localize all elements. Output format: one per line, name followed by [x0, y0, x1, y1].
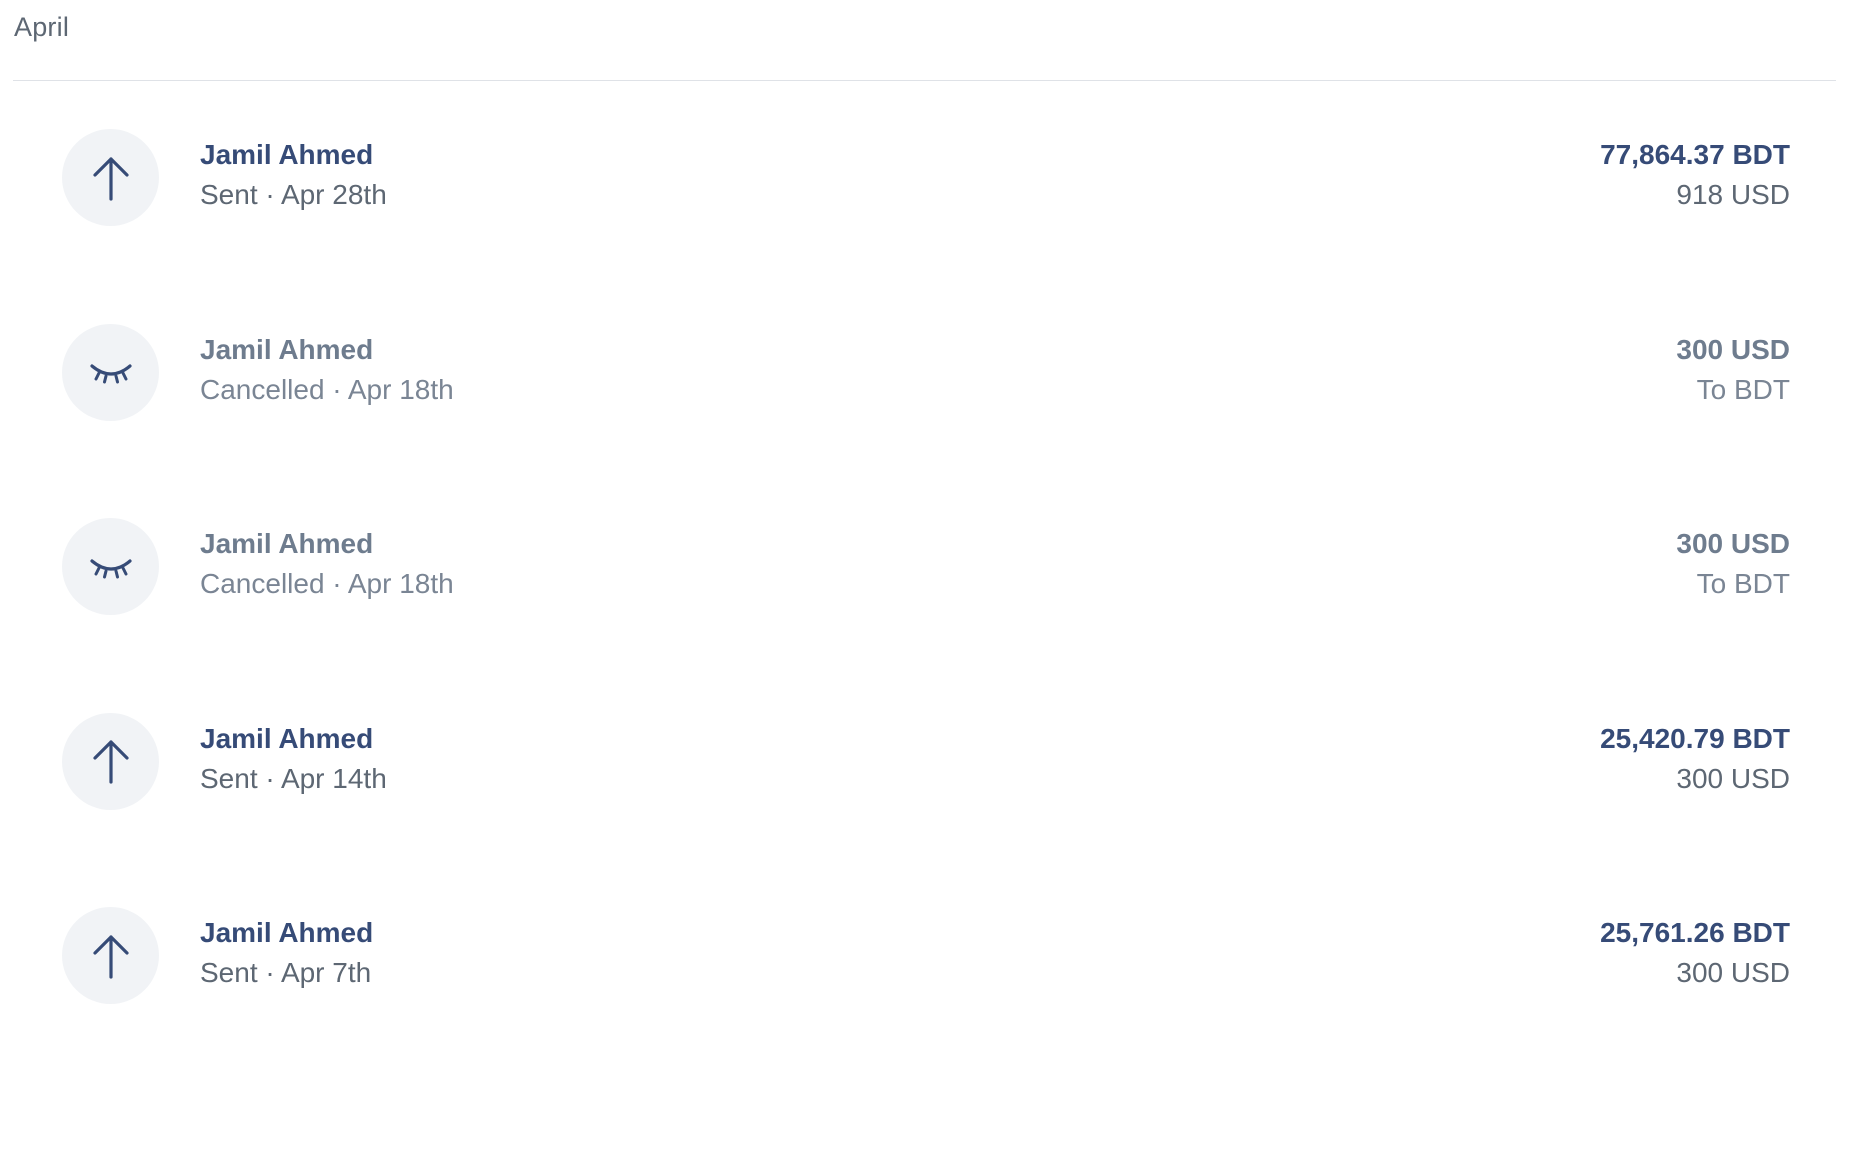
arrow-up-icon [62, 712, 159, 810]
recipient-name: Jamil Ahmed [200, 139, 374, 170]
transaction-secondary-amount: 300 USD [1676, 957, 1790, 988]
transaction-status-date: Sent · Apr 28th [200, 179, 387, 210]
transaction-row[interactable]: Jamil Ahmed Sent · Apr 28th 77,864.37 BD… [0, 81, 1850, 276]
transaction-status-date: Cancelled · Apr 18th [200, 568, 454, 599]
transaction-row[interactable]: Jamil Ahmed Sent · Apr 7th 25,761.26 BDT… [0, 859, 1850, 1054]
recipient-name: Jamil Ahmed [200, 333, 374, 365]
transaction-amount: 25,761.26 BDT [1600, 917, 1790, 948]
transaction-secondary-amount: 300 USD [1676, 762, 1790, 794]
recipient-name: Jamil Ahmed [200, 528, 374, 559]
arrow-up-icon [62, 907, 159, 1004]
transaction-row[interactable]: Jamil Ahmed Cancelled · Apr 18th 300 USD… [0, 276, 1850, 471]
transaction-amount: 77,864.37 BDT [1600, 139, 1790, 170]
transaction-status-date: Cancelled · Apr 18th [200, 373, 454, 405]
activity-page: April Jamil Ahmed Sent · Apr 28th 77,864… [0, 0, 1850, 1162]
transaction-amount: 25,420.79 BDT [1600, 722, 1790, 754]
transaction-list: Jamil Ahmed Sent · Apr 28th 77,864.37 BD… [0, 81, 1850, 1054]
month-header: April [14, 12, 70, 42]
transaction-secondary-amount: To BDT [1696, 568, 1790, 599]
closed-eye-icon [62, 323, 159, 421]
recipient-name: Jamil Ahmed [200, 917, 374, 948]
recipient-name: Jamil Ahmed [200, 722, 374, 754]
transaction-amount: 300 USD [1676, 333, 1790, 365]
transaction-row[interactable]: Jamil Ahmed Cancelled · Apr 18th 300 USD… [0, 470, 1850, 665]
transaction-row[interactable]: Jamil Ahmed Sent · Apr 14th 25,420.79 BD… [0, 665, 1850, 860]
transaction-status-date: Sent · Apr 14th [200, 762, 387, 794]
transaction-amount: 300 USD [1676, 528, 1790, 559]
arrow-up-icon [62, 129, 159, 226]
transaction-secondary-amount: 918 USD [1676, 179, 1790, 210]
transaction-secondary-amount: To BDT [1696, 373, 1790, 405]
transaction-status-date: Sent · Apr 7th [200, 957, 372, 988]
closed-eye-icon [62, 518, 159, 615]
